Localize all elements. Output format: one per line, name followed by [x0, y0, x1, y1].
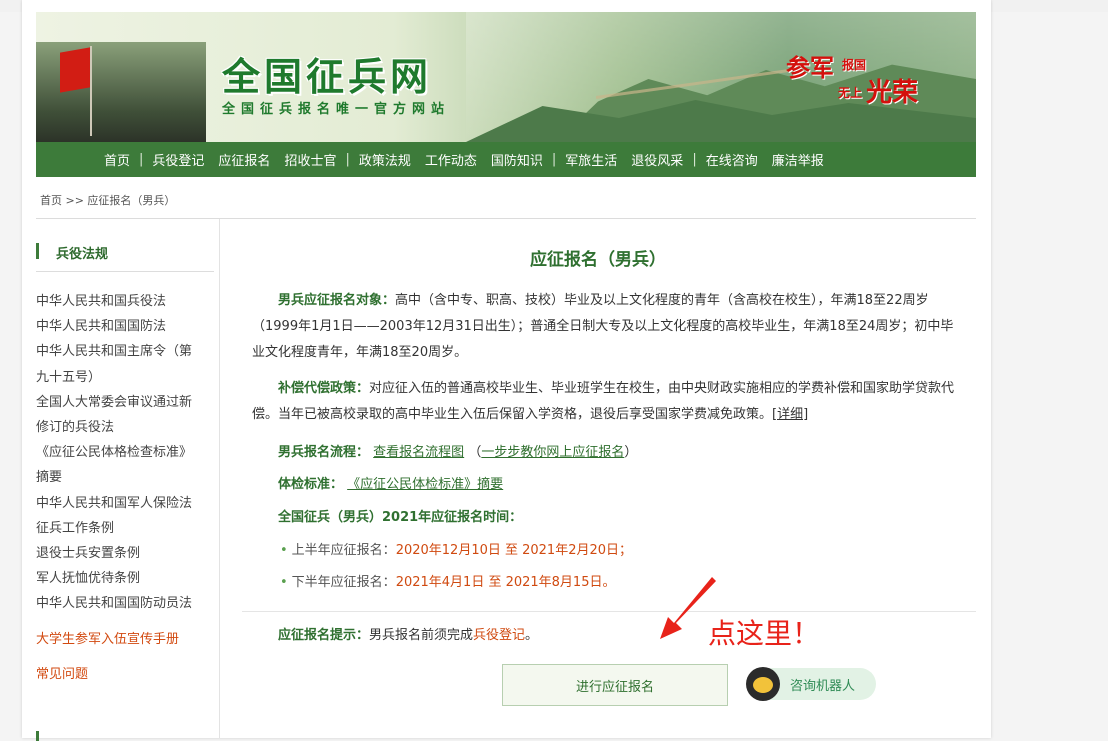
physical-standard-row: 体检标准： 《应征公民体检标准》摘要 [278, 477, 504, 492]
sidebar-item-pension-regulation[interactable]: 军人抚恤优待条例 [36, 566, 211, 591]
signup-flow-row: 男兵报名流程： 查看报名流程图 （一步步教你网上应征报名） [278, 445, 638, 460]
eligibility-paragraph: 男兵应征报名对象：高中（含中专、职高、技校）毕业及以上文化程度的青年（含高校在校… [252, 293, 954, 360]
nav-report[interactable]: 廉洁举报 [772, 150, 824, 169]
sidebar-item-mobilization-law[interactable]: 中华人民共和国国防动员法 [36, 591, 211, 616]
annotation-text: 点这里！ [708, 617, 821, 650]
sidebar: 兵役法规 中华人民共和国兵役法 中华人民共和国国防法 中华人民共和国主席令（第 … [36, 219, 220, 741]
page-container: 全国征兵网 全国征兵报名唯一官方网站 参军 报国 无上 光荣 首页 | 兵役登记… [22, 0, 991, 741]
robot-avatar-icon [746, 667, 780, 701]
sidebar-item-physical-standard[interactable]: 《应征公民体格检查标准》 [36, 440, 211, 465]
sidebar-item-student-handbook[interactable]: 大学生参军入伍宣传手册 [36, 627, 211, 652]
main-nav: 首页 | 兵役登记 应征报名 招收士官 | 政策法规 工作动态 国防知识 | 军… [36, 142, 976, 177]
flowchart-link[interactable]: 查看报名流程图 [373, 445, 464, 460]
nav-veterans[interactable]: 退役风采 [631, 150, 683, 169]
first-half-period: • 上半年应征报名：2020年12月10日 至 2021年2月20日； [280, 543, 633, 558]
start-signup-button[interactable]: 进行应征报名 [502, 664, 728, 706]
sidebar-item-presidential-order-cont[interactable]: 九十五号） [36, 365, 211, 390]
physical-standard-link[interactable]: 《应征公民体检标准》摘要 [347, 477, 503, 492]
sidebar-list: 中华人民共和国兵役法 中华人民共和国国防法 中华人民共和国主席令（第 九十五号）… [36, 289, 211, 687]
sidebar-item-presidential-order[interactable]: 中华人民共和国主席令（第 [36, 339, 211, 364]
compensation-paragraph: 补偿代偿政策：对应征入伍的普通高校毕业生、毕业班学生在校生，由中央财政实施相应的… [252, 381, 955, 422]
nav-enlistment-signup[interactable]: 应征报名 [218, 150, 270, 169]
sidebar-item-defense-law[interactable]: 中华人民共和国国防法 [36, 314, 211, 339]
sidebar-item-physical-standard-cont[interactable]: 摘要 [36, 465, 211, 490]
nav-policy[interactable]: 政策法规 [359, 150, 411, 169]
flag-icon [60, 47, 90, 93]
banner-motto: 参军 报国 无上 光荣 [786, 53, 919, 108]
signup-time-heading: 全国征兵（男兵）2021年应征报名时间： [278, 510, 523, 525]
sidebar-item-military-service-law[interactable]: 中华人民共和国兵役法 [36, 289, 211, 314]
nav-military-registration[interactable]: 兵役登记 [152, 150, 204, 169]
sidebar-title: 兵役法规 [36, 243, 214, 272]
nav-military-life[interactable]: 军旅生活 [565, 150, 617, 169]
second-half-period: • 下半年应征报名：2021年4月1日 至 2021年8月15日。 [280, 575, 616, 590]
site-slogan: 全国征兵报名唯一官方网站 [222, 102, 451, 117]
signup-tip: 应征报名提示：男兵报名前须完成兵役登记。 [278, 628, 539, 643]
nav-online-consult[interactable]: 在线咨询 [706, 150, 758, 169]
sidebar-item-conscription-regulation[interactable]: 征兵工作条例 [36, 516, 211, 541]
breadcrumb: 首页 >> 应征报名（男兵） [40, 194, 176, 207]
content-divider [242, 611, 976, 612]
sidebar-item-veteran-placement[interactable]: 退役士兵安置条例 [36, 541, 211, 566]
tutorial-link[interactable]: 一步步教你网上应征报名 [481, 445, 624, 460]
registration-link[interactable]: 兵役登记 [473, 628, 525, 643]
soldiers-image [36, 42, 206, 142]
nav-home[interactable]: 首页 [104, 150, 130, 169]
nav-news[interactable]: 工作动态 [425, 150, 477, 169]
consult-robot-button[interactable]: 咨询机器人 [746, 667, 876, 701]
sidebar-item-npc-revision-cont[interactable]: 修订的兵役法 [36, 415, 211, 440]
nav-nco-recruit[interactable]: 招收士官 [284, 150, 336, 169]
sidebar-item-npc-revision[interactable]: 全国人大常委会审议通过新 [36, 390, 211, 415]
site-logo[interactable]: 全国征兵网 [222, 46, 432, 101]
details-link[interactable]: [详细] [772, 407, 808, 422]
sidebar-item-insurance-law[interactable]: 中华人民共和国军人保险法 [36, 491, 211, 516]
sidebar-item-faq[interactable]: 常见问题 [36, 662, 211, 687]
page-title: 应征报名（男兵） [530, 250, 666, 270]
nav-defense-knowledge[interactable]: 国防知识 [491, 150, 543, 169]
site-banner: 全国征兵网 全国征兵报名唯一官方网站 参军 报国 无上 光荣 [36, 12, 976, 142]
